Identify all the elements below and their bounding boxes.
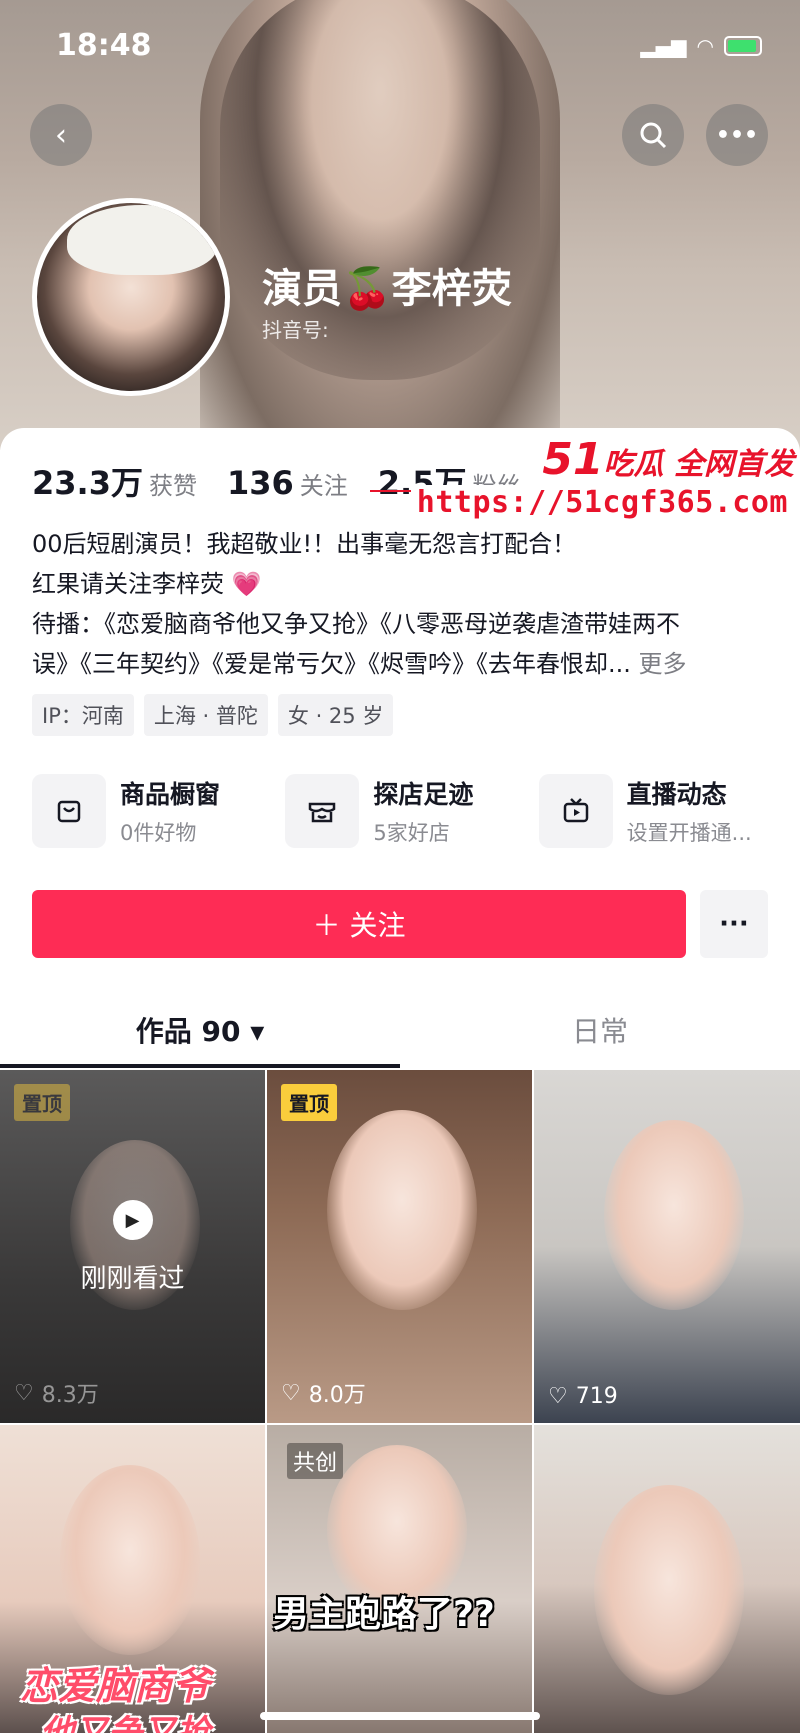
video-grid: 置顶 ▶ 刚刚看过 ♡ 8.3万 置顶 ♡ 8.0万 ♡ 719 恋爱脑商爷 他又争又…	[0, 1070, 800, 1733]
pinned-badge: 置顶	[281, 1084, 337, 1121]
store-icon	[285, 774, 360, 848]
search-icon	[640, 122, 667, 149]
search-button[interactable]	[622, 104, 684, 166]
profile-name: 演员🍒李梓荧	[262, 266, 512, 312]
bio-more-link[interactable]: 更多	[639, 650, 687, 678]
heart-icon: ♡	[281, 1380, 301, 1406]
more-actions-button[interactable]: ···	[700, 890, 768, 958]
bio: 00后短剧演员！我超敬业!！出事毫无怨言打配合！ 红果请关注李梓荧 💗 待播：《…	[32, 530, 687, 678]
service-store-visits[interactable]: 探店足迹 5家好店	[285, 774, 538, 848]
stat-following[interactable]: 136 关注	[227, 464, 348, 502]
watermark: 51吃瓜 全网首发 https://51cgf365.com	[410, 434, 794, 520]
signal-icon: ▂▄▆	[640, 34, 687, 58]
wifi-icon: ◠	[696, 34, 714, 58]
pinned-badge: 置顶	[14, 1084, 70, 1121]
heart-icon: ♡	[548, 1384, 568, 1409]
chevron-left-icon: ‹	[55, 117, 67, 153]
tag-location: 上海 · 普陀	[143, 694, 268, 736]
status-time: 18:48	[56, 28, 152, 63]
follow-button[interactable]: ＋ 关注	[32, 890, 686, 958]
co-create-badge: 共创	[287, 1443, 344, 1479]
avatar[interactable]	[32, 198, 230, 396]
service-shop-window[interactable]: 商品橱窗 0件好物	[32, 774, 285, 848]
tag-ip: IP：河南	[32, 694, 134, 736]
video-thumbnail[interactable]: 共创 男主跑路了??	[267, 1425, 532, 1733]
tab-daily[interactable]: 日常	[400, 988, 800, 1068]
video-thumbnail[interactable]	[534, 1425, 800, 1733]
shopping-bag-icon	[32, 774, 106, 848]
video-thumbnail[interactable]: 恋爱脑商爷 他又争又抢	[0, 1425, 265, 1733]
douyin-id[interactable]: 抖音号:	[262, 314, 329, 343]
tab-underline	[0, 1064, 400, 1068]
profile-card: 23.3万获赞 136关注 2.5万粉丝 51吃瓜 全网首发 https://5…	[0, 428, 800, 1068]
video-thumbnail[interactable]: ♡ 719	[534, 1070, 800, 1423]
like-count: ♡ 719	[548, 1384, 618, 1409]
ellipsis-icon: •••	[715, 122, 759, 148]
play-icon: ▶	[112, 1200, 153, 1240]
tv-icon	[538, 774, 613, 848]
recently-watched: ▶ 刚刚看过	[0, 1200, 265, 1295]
home-indicator	[260, 1712, 540, 1720]
tags-row: IP：河南 上海 · 普陀 女 · 25 岁	[32, 694, 394, 736]
status-icons: ▂▄▆ ◠	[640, 34, 762, 58]
stat-likes[interactable]: 23.3万 获赞	[32, 458, 197, 504]
battery-icon	[724, 36, 762, 56]
like-count: ♡ 8.0万	[281, 1380, 366, 1409]
tab-works[interactable]: 作品 90 ▾	[0, 988, 400, 1068]
video-thumbnail[interactable]: 置顶 ♡ 8.0万	[267, 1070, 532, 1423]
tag-gender-age: 女 · 25 岁	[277, 694, 394, 736]
content-tabs: 作品 90 ▾ 日常	[0, 988, 800, 1068]
more-options-button[interactable]: •••	[706, 104, 768, 166]
service-live[interactable]: 直播动态 设置开播通...	[538, 774, 792, 848]
back-button[interactable]: ‹	[30, 104, 92, 166]
watermark-url: https://51cgf365.com	[410, 485, 794, 520]
video-thumbnail[interactable]: 置顶 ▶ 刚刚看过 ♡ 8.3万	[0, 1070, 265, 1423]
heart-icon: ♡	[14, 1380, 34, 1406]
services-row: 商品橱窗 0件好物 探店足迹 5家好店 直播动态 设置开播通...	[32, 774, 792, 848]
like-count: ♡ 8.3万	[14, 1380, 99, 1409]
